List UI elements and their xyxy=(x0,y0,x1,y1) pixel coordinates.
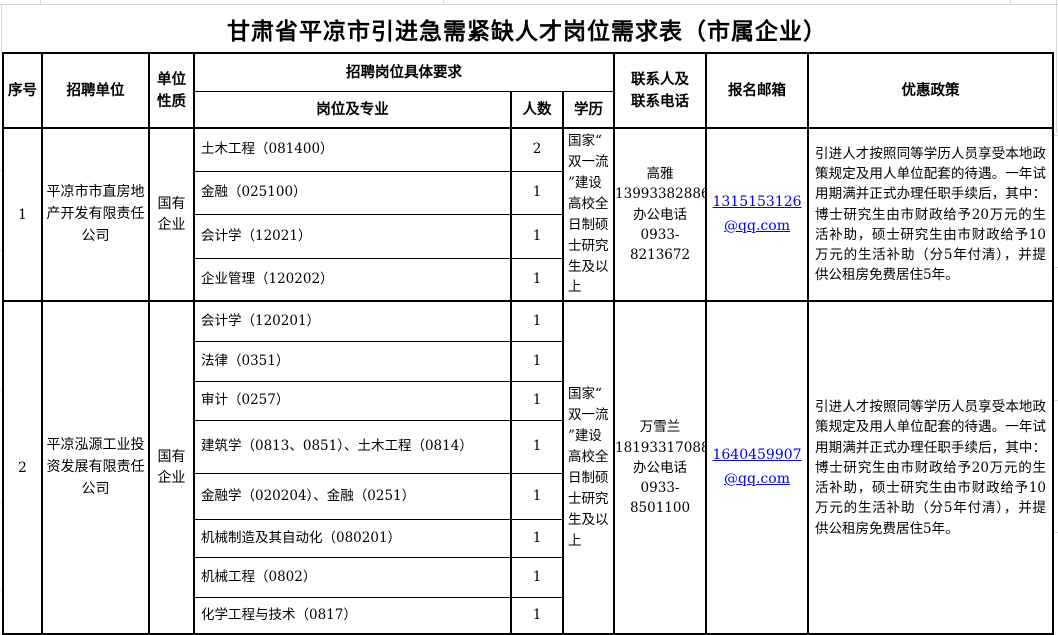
count-cell: 1 xyxy=(511,597,563,634)
header-count: 人数 xyxy=(511,91,563,128)
header-employer: 招聘单位 xyxy=(42,53,149,128)
email-cell: 1640459907@qq.com xyxy=(706,301,808,634)
employer-cell: 平凉市市直房地产开发有限责任公司 xyxy=(42,128,149,301)
position-cell: 金融（025100） xyxy=(194,171,511,214)
position-cell: 审计（0257） xyxy=(194,381,511,420)
education-cell: 国家“双一流”建设高校全日制硕士研究生及以上 xyxy=(563,128,614,301)
unit-type-cell: 国有企业 xyxy=(149,128,194,301)
header-unit-type: 单位 性质 xyxy=(149,53,194,128)
spreadsheet-screenshot: 甘肃省平凉市引进急需紧缺人才岗位需求表（市属企业） 序号 招聘单位 单位 性质 … xyxy=(0,0,1058,635)
header-requirements-group: 招聘岗位具体要求 xyxy=(194,53,614,91)
header-email: 报名邮箱 xyxy=(706,53,808,128)
gridline-right xyxy=(1056,0,1057,133)
header-position: 岗位及专业 xyxy=(194,91,511,128)
seq-cell: 1 xyxy=(3,128,42,301)
position-cell: 机械制造及其自动化（080201） xyxy=(194,519,511,557)
position-cell: 建筑学（0813、0851）、土木工程（0814） xyxy=(194,420,511,473)
header-seq: 序号 xyxy=(3,53,42,128)
policy-cell: 引进人才按照同等学历人员享受本地政策规定及用人单位配套的待遇。一年试用期满并正式… xyxy=(808,301,1053,634)
header-policy: 优惠政策 xyxy=(808,53,1053,128)
table-row: 2 平凉泓源工业投资发展有限责任公司 国有企业 会计学（120201） 1 国家… xyxy=(3,301,1053,341)
count-cell: 1 xyxy=(511,301,563,341)
education-cell: 国家“双一流”建设高校全日制硕士研究生及以上 xyxy=(563,301,614,634)
position-cell: 会计学（12021） xyxy=(194,215,511,258)
count-cell: 1 xyxy=(511,215,563,258)
unit-type-cell: 国有企业 xyxy=(149,301,194,634)
count-cell: 1 xyxy=(511,341,563,381)
count-cell: 1 xyxy=(511,420,563,473)
email-cell: 1315153126@qq.com xyxy=(706,128,808,301)
table-row: 1 平凉市市直房地产开发有限责任公司 国有企业 土木工程（081400） 2 国… xyxy=(3,128,1053,171)
header-contact: 联系人及 联系电话 xyxy=(614,53,706,128)
count-cell: 1 xyxy=(511,519,563,557)
contact-cell: 高雅 13993382886 办公电话 0933-8213672 xyxy=(614,128,706,301)
count-cell: 1 xyxy=(511,258,563,301)
position-cell: 法律（0351） xyxy=(194,341,511,381)
policy-cell: 引进人才按照同等学历人员享受本地政策规定及用人单位配套的待遇。一年试用期满并正式… xyxy=(808,128,1053,301)
email-link[interactable]: 1315153126@qq.com xyxy=(712,194,801,234)
employer-cell: 平凉泓源工业投资发展有限责任公司 xyxy=(42,301,149,634)
count-cell: 1 xyxy=(511,473,563,519)
position-cell: 会计学（120201） xyxy=(194,301,511,341)
job-demand-table: 序号 招聘单位 单位 性质 招聘岗位具体要求 联系人及 联系电话 报名邮箱 优惠… xyxy=(2,52,1054,635)
page-title: 甘肃省平凉市引进急需紧缺人才岗位需求表（市属企业） xyxy=(2,5,1052,52)
position-cell: 机械工程（0802） xyxy=(194,557,511,597)
email-link[interactable]: 1640459907@qq.com xyxy=(712,447,801,487)
position-cell: 化学工程与技术（0817） xyxy=(194,597,511,634)
contact-cell: 万雪兰 18193317088 办公电话 0933-8501100 xyxy=(614,301,706,634)
count-cell: 1 xyxy=(511,381,563,420)
position-cell: 企业管理（120202） xyxy=(194,258,511,301)
count-cell: 1 xyxy=(511,557,563,597)
count-cell: 1 xyxy=(511,171,563,214)
seq-cell: 2 xyxy=(3,301,42,634)
position-cell: 金融学（020204）、金融（0251） xyxy=(194,473,511,519)
position-cell: 土木工程（081400） xyxy=(194,128,511,171)
header-education: 学历 xyxy=(563,91,614,128)
count-cell: 2 xyxy=(511,128,563,171)
